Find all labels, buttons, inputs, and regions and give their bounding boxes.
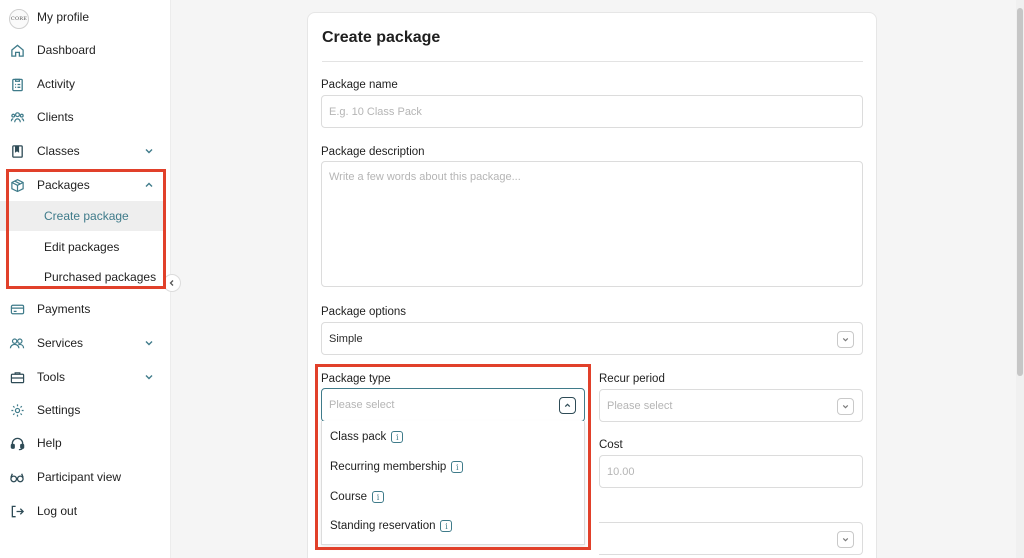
- package-options-label: Package options: [321, 306, 407, 318]
- sidebar-item-settings[interactable]: Settings: [0, 395, 171, 425]
- cost-input[interactable]: 10.00: [599, 455, 863, 488]
- sidebar-item-label: Classes: [37, 144, 80, 158]
- sidebar-item-label: Dashboard: [37, 43, 96, 57]
- sidebar-item-classes[interactable]: Classes: [0, 136, 171, 166]
- sidebar-item-label: Participant view: [37, 470, 122, 484]
- clipboard-icon: [9, 76, 25, 92]
- package-description-label: Package description: [321, 146, 425, 158]
- sidebar-item-payments[interactable]: Payments: [0, 294, 171, 324]
- chevron-down-icon[interactable]: [143, 337, 155, 349]
- scrollbar-thumb[interactable]: [1017, 8, 1023, 376]
- chevron-left-icon: [169, 280, 174, 286]
- sidebar-item-log-out[interactable]: Log out: [0, 496, 171, 526]
- highlight-box-packages: [6, 169, 166, 289]
- chevron-down-icon[interactable]: [143, 145, 155, 157]
- brand-logo-icon: CORE: [9, 9, 29, 29]
- cost-placeholder: 10.00: [607, 465, 635, 478]
- sidebar-item-label: Clients: [37, 110, 74, 124]
- sidebar-item-label: Payments: [37, 302, 91, 316]
- cost-label: Cost: [599, 439, 623, 451]
- package-options-value: Simple: [329, 332, 363, 345]
- sidebar-item-label: Services: [37, 336, 84, 350]
- recur-period-label: Recur period: [599, 373, 665, 385]
- package-name-input[interactable]: E.g. 10 Class Pack: [321, 95, 863, 128]
- sidebar-item-label: My profile: [37, 10, 90, 24]
- sidebar-item-clients[interactable]: Clients: [0, 102, 171, 132]
- sidebar-item-label: Help: [37, 436, 62, 450]
- sidebar-item-my-profile[interactable]: CORE My profile: [0, 2, 171, 32]
- logout-icon: [9, 503, 25, 519]
- hidden-select[interactable]: [599, 522, 863, 555]
- sidebar-item-services[interactable]: Services: [0, 328, 171, 358]
- gear-icon: [9, 402, 25, 418]
- sidebar-item-activity[interactable]: Activity: [0, 69, 171, 99]
- package-options-select[interactable]: Simple: [321, 322, 863, 355]
- chevron-down-icon: [837, 530, 854, 548]
- sidebar-item-help[interactable]: Help: [0, 428, 171, 458]
- package-name-placeholder: E.g. 10 Class Pack: [329, 105, 422, 118]
- recur-period-select[interactable]: Please select: [599, 389, 863, 422]
- page-title: Create package: [322, 29, 441, 46]
- group-icon: [9, 109, 25, 125]
- home-icon: [9, 42, 25, 58]
- sidebar-item-dashboard[interactable]: Dashboard: [0, 35, 171, 65]
- recur-period-placeholder: Please select: [607, 399, 673, 412]
- sidebar-item-label: Log out: [37, 504, 78, 518]
- package-description-textarea[interactable]: Write a few words about this package...: [321, 161, 863, 287]
- sidebar-item-label: Settings: [37, 403, 81, 417]
- credit-card-icon: [9, 301, 25, 317]
- sidebar-item-label: Tools: [37, 370, 66, 384]
- package-name-label: Package name: [321, 79, 398, 91]
- highlight-box-package-type: [315, 364, 591, 550]
- sidebar-item-participant-view[interactable]: Participant view: [0, 462, 171, 492]
- users-icon: [9, 335, 25, 351]
- title-divider: [322, 61, 863, 62]
- chevron-down-icon: [837, 330, 854, 348]
- sidebar-item-tools[interactable]: Tools: [0, 362, 171, 392]
- chevron-down-icon: [837, 397, 854, 415]
- book-icon: [9, 143, 25, 159]
- headset-icon: [9, 435, 25, 451]
- package-description-placeholder: Write a few words about this package...: [329, 171, 521, 183]
- chevron-down-icon[interactable]: [143, 371, 155, 383]
- briefcase-icon: [9, 369, 25, 385]
- sidebar-item-label: Activity: [37, 77, 76, 91]
- glasses-icon: [9, 469, 25, 485]
